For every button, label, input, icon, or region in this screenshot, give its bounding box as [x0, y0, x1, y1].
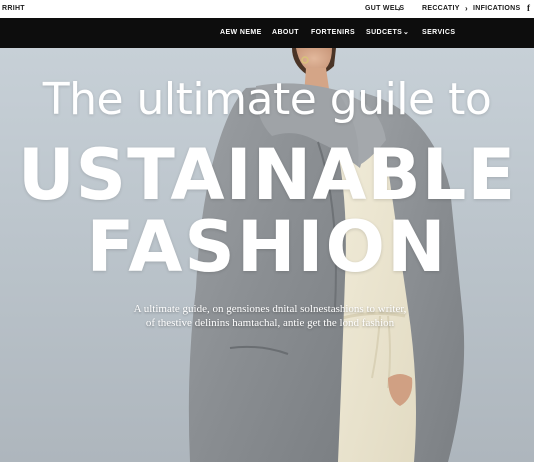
hero-title-line-3: FASHION — [86, 206, 448, 288]
nav-item-new[interactable]: AEW NEME — [220, 29, 262, 36]
hero-subtitle: A ultimate guide, on gensiones dnital so… — [110, 302, 430, 330]
hero-title-line-2: USTAINABLE — [17, 134, 517, 216]
chevron-down-icon[interactable]: ⌄ — [403, 28, 409, 36]
main-nav: AEW NEME ABOUT FORTENIRS SUDCETS ⌄ SERVI… — [0, 18, 534, 48]
facebook-icon[interactable]: f — [527, 3, 530, 13]
hero-subtitle-line-2: of thestive delinins hamtachal, antie ge… — [145, 317, 395, 329]
nav-item-sudcets[interactable]: SUDCETS — [366, 29, 402, 36]
chevron-right-icon: › — [398, 4, 401, 13]
nav-item-servics[interactable]: SERVICS — [422, 29, 455, 36]
brand-logo[interactable]: RRIHT — [2, 5, 25, 12]
hero-title-line-1: The ultimate guile to — [42, 74, 492, 125]
nav-item-fortenirs[interactable]: FORTENIRS — [311, 29, 355, 36]
utility-link-inifications[interactable]: INFICATIONS — [473, 5, 521, 12]
hero-section: The ultimate guile to USTAINABLE FASHION… — [0, 48, 534, 462]
utility-link-reccatiy[interactable]: RECCATIY — [422, 5, 460, 12]
chevron-right-icon: › — [465, 4, 468, 13]
utility-bar: RRIHT GUT WELS › RECCATIY › INFICATIONS … — [0, 0, 534, 18]
hero-subtitle-line-1: A ultimate guide, on gensiones dnital so… — [133, 303, 407, 315]
nav-item-about[interactable]: ABOUT — [272, 29, 299, 36]
